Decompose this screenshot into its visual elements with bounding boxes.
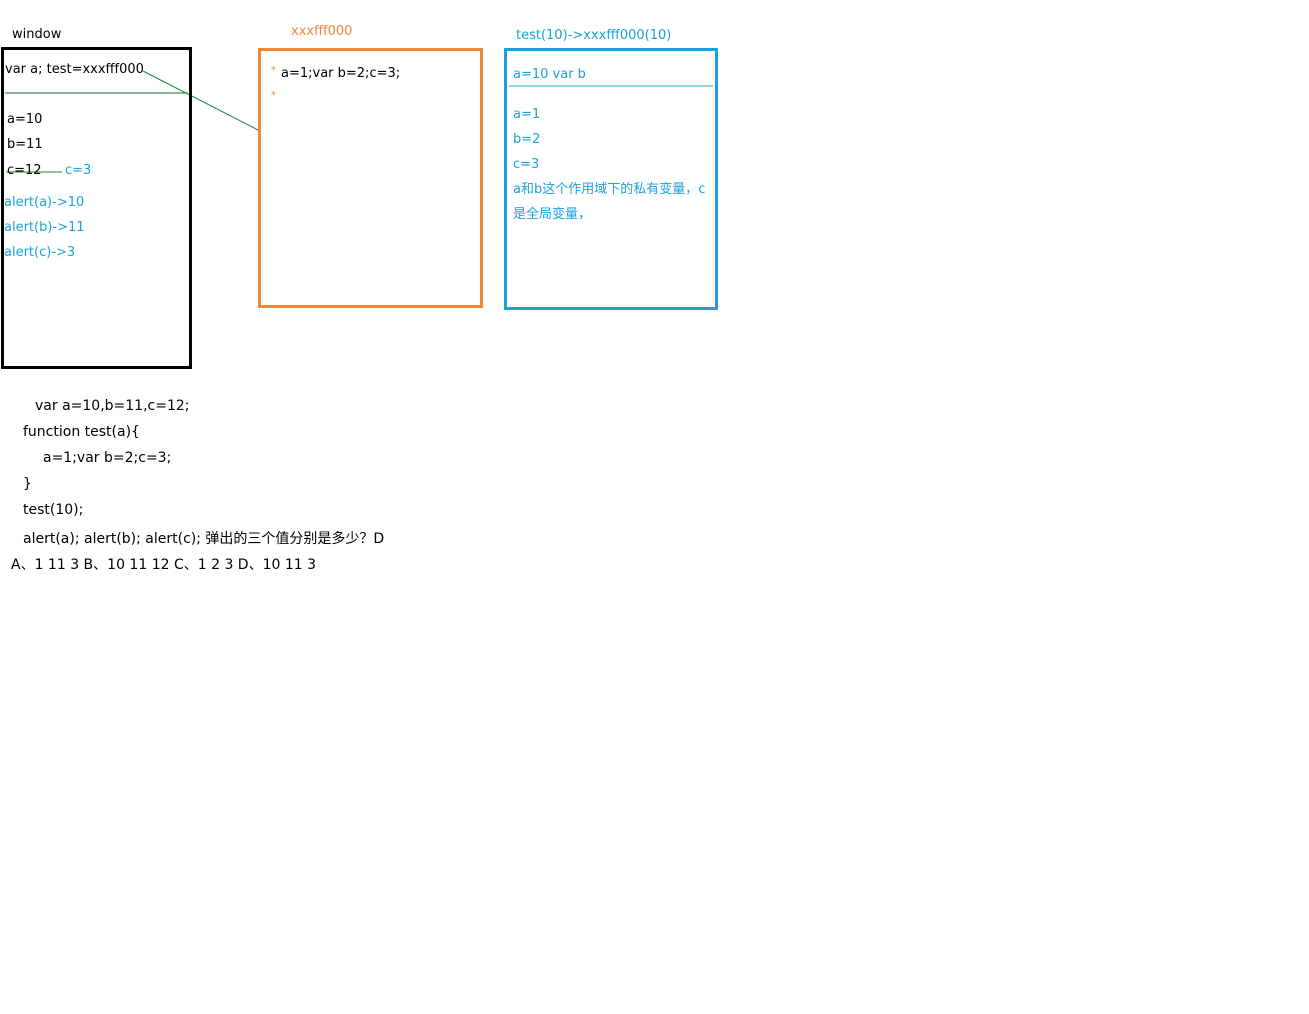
scope-var-c: c=3 bbox=[513, 157, 540, 172]
alert-c-result: alert(c)->3 bbox=[4, 245, 76, 260]
answer-options: A、1 11 3 B、10 11 12 C、1 2 3 D、10 11 3 bbox=[11, 557, 317, 573]
code-line-5: test(10); bbox=[23, 502, 84, 518]
window-label: window bbox=[12, 27, 62, 42]
code-line-4: } bbox=[23, 476, 32, 492]
alert-a-result: alert(a)->10 bbox=[4, 195, 85, 210]
heap-code-line: a=1;var b=2;c=3; bbox=[281, 66, 401, 81]
heap-bullet-1: * bbox=[271, 65, 276, 76]
window-var-c-updated: c=3 bbox=[65, 163, 92, 178]
code-line-1: var a=10,b=11,c=12; bbox=[35, 398, 190, 414]
alert-b-result: alert(b)->11 bbox=[4, 220, 85, 235]
heap-address-label: xxxfff000 bbox=[291, 24, 353, 39]
code-line-6: alert(a); alert(b); alert(c); 弹出的三个值分别是多… bbox=[23, 531, 385, 547]
scope-label: test(10)->xxxfff000(10) bbox=[516, 28, 672, 43]
scope-note: a和b这个作用域下的私有变量，c是全局变量， bbox=[513, 182, 706, 222]
window-declaration: var a; test=xxxfff000 bbox=[5, 62, 144, 77]
window-var-b: b=11 bbox=[7, 137, 43, 152]
heap-memory-box bbox=[258, 48, 483, 308]
window-var-c: c=12 bbox=[7, 163, 42, 178]
code-line-2: function test(a){ bbox=[23, 424, 140, 440]
window-var-a: a=10 bbox=[7, 112, 43, 127]
scope-var-b: b=2 bbox=[513, 132, 541, 147]
scope-header: a=10 var b bbox=[513, 67, 586, 82]
code-line-3: a=1;var b=2;c=3; bbox=[43, 450, 172, 466]
heap-bullet-2: * bbox=[271, 90, 276, 101]
scope-var-a: a=1 bbox=[513, 107, 541, 122]
